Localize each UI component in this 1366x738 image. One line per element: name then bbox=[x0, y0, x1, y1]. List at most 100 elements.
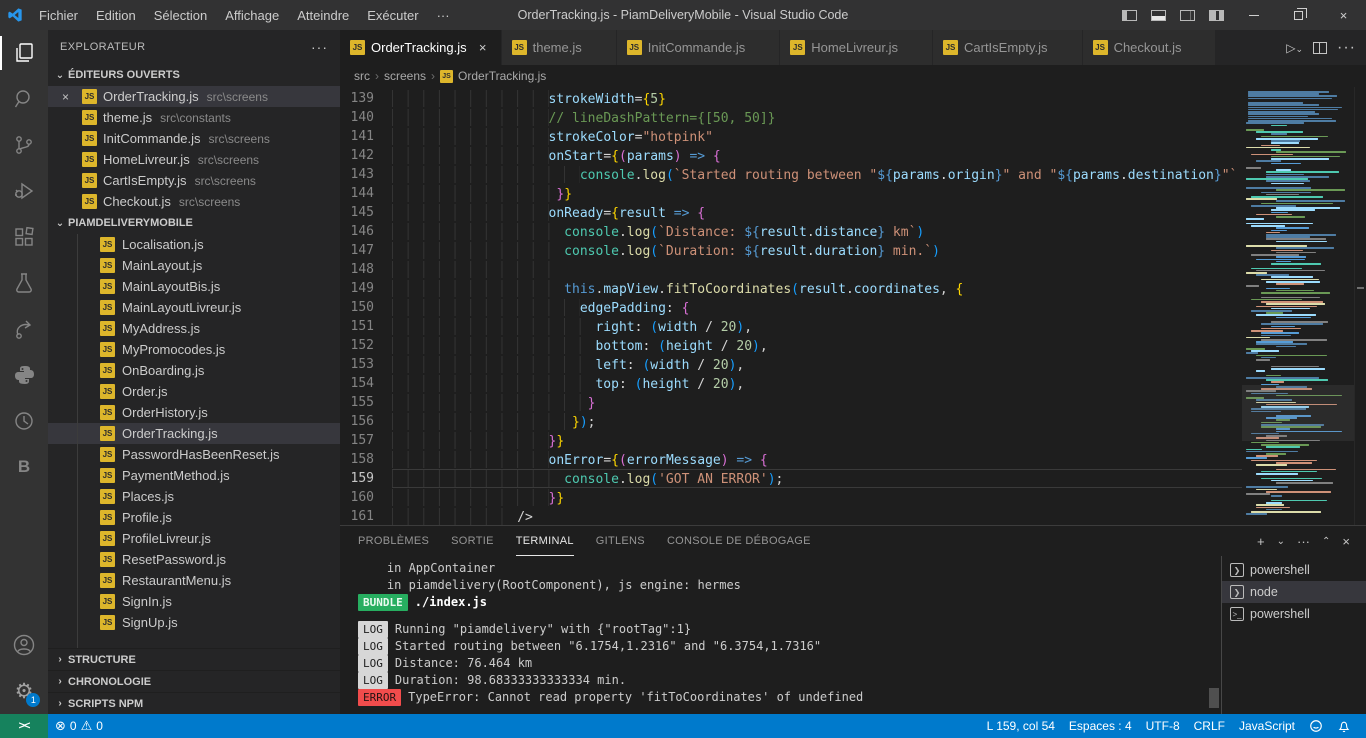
section-structure[interactable]: ›STRUCTURE bbox=[48, 648, 340, 670]
code-line[interactable]: 147console.log(`Duration: ${result.durat… bbox=[340, 241, 1242, 260]
testing-icon[interactable] bbox=[0, 260, 48, 306]
code-line[interactable]: 148 bbox=[340, 260, 1242, 279]
panel-tab-console-de-d-bogage[interactable]: CONSOLE DE DÉBOGAGE bbox=[667, 526, 811, 556]
menu-[interactable]: ··· bbox=[428, 0, 459, 30]
terminal-node[interactable]: ❯node bbox=[1222, 581, 1366, 603]
run-debug-icon[interactable]: ▷⌄ bbox=[1286, 41, 1303, 55]
tree-item-mainlayoutbis-js[interactable]: JSMainLayoutBis.js bbox=[48, 276, 340, 297]
search-icon[interactable] bbox=[0, 76, 48, 122]
python-icon[interactable] bbox=[0, 352, 48, 398]
tree-item-order-js[interactable]: JSOrder.js bbox=[48, 381, 340, 402]
code-line[interactable]: 143console.log(`Started routing between … bbox=[340, 165, 1242, 184]
language-mode[interactable]: JavaScript bbox=[1232, 714, 1302, 738]
tree-item-localisation-js[interactable]: JSLocalisation.js bbox=[48, 234, 340, 255]
open-editor-theme-js[interactable]: ×JStheme.jssrc\constants bbox=[48, 107, 340, 128]
tree-item-signup-js[interactable]: JSSignUp.js bbox=[48, 612, 340, 633]
code-line[interactable]: 146console.log(`Distance: ${result.dista… bbox=[340, 222, 1242, 241]
tab-cartisempty-js[interactable]: JSCartIsEmpty.js× bbox=[933, 30, 1083, 65]
layout-sidebar-right-icon[interactable] bbox=[1180, 10, 1195, 21]
remote-indicator[interactable]: >< bbox=[0, 714, 48, 738]
menu-fichier[interactable]: Fichier bbox=[30, 0, 87, 30]
split-editor-icon[interactable] bbox=[1313, 42, 1327, 54]
eol[interactable]: CRLF bbox=[1187, 714, 1232, 738]
code-line[interactable]: 161/> bbox=[340, 507, 1242, 525]
project-section[interactable]: ⌄ PIAMDELIVERYMOBILE bbox=[48, 212, 340, 234]
tree-item-resetpassword-js[interactable]: JSResetPassword.js bbox=[48, 549, 340, 570]
bell-icon[interactable] bbox=[1330, 714, 1358, 738]
terminal-powershell[interactable]: ❯powershell bbox=[1222, 559, 1366, 581]
panel-tab-gitlens[interactable]: GITLENS bbox=[596, 526, 645, 556]
extension-b-icon[interactable]: B bbox=[0, 444, 48, 490]
section-scripts-npm[interactable]: ›SCRIPTS NPM bbox=[48, 692, 340, 714]
panel-tab-terminal[interactable]: TERMINAL bbox=[516, 526, 574, 556]
terminal-powershell[interactable]: >_powershell bbox=[1222, 603, 1366, 625]
terminal-scrollbar[interactable] bbox=[1209, 688, 1219, 708]
live-share-icon[interactable] bbox=[0, 306, 48, 352]
tree-item-mypromocodes-js[interactable]: JSMyPromocodes.js bbox=[48, 339, 340, 360]
tab-ordertracking-js[interactable]: JSOrderTracking.js× bbox=[340, 30, 502, 65]
minimap[interactable] bbox=[1242, 87, 1354, 525]
close-icon[interactable]: × bbox=[475, 40, 491, 55]
tab-checkout-js[interactable]: JSCheckout.js× bbox=[1083, 30, 1217, 65]
code-editor[interactable]: 139strokeWidth={5}140// lineDashPattern=… bbox=[340, 87, 1366, 525]
history-icon[interactable] bbox=[0, 398, 48, 444]
layout-grid-icon[interactable] bbox=[1209, 10, 1224, 21]
ellipsis-icon[interactable]: ··· bbox=[1337, 39, 1356, 57]
editor-scrollbar[interactable] bbox=[1354, 87, 1366, 525]
code-line[interactable]: 151right: (width / 20), bbox=[340, 317, 1242, 336]
tree-item-ordertracking-js[interactable]: JSOrderTracking.js bbox=[48, 423, 340, 444]
code-line[interactable]: 150edgePadding: { bbox=[340, 298, 1242, 317]
problems-status[interactable]: ⊗ 0 ⚠ 0 bbox=[48, 714, 110, 738]
feedback-icon[interactable] bbox=[1302, 714, 1330, 738]
open-editors-section[interactable]: ⌄ ÉDITEURS OUVERTS bbox=[48, 64, 340, 86]
tree-item-onboarding-js[interactable]: JSOnBoarding.js bbox=[48, 360, 340, 381]
indentation[interactable]: Espaces : 4 bbox=[1062, 714, 1139, 738]
layout-sidebar-left-icon[interactable] bbox=[1122, 10, 1137, 21]
tree-item-myaddress-js[interactable]: JSMyAddress.js bbox=[48, 318, 340, 339]
code-line[interactable]: 140// lineDashPattern={[50, 50]} bbox=[340, 108, 1242, 127]
open-editor-cartisempty-js[interactable]: ×JSCartIsEmpty.jssrc\screens bbox=[48, 170, 340, 191]
menu-atteindre[interactable]: Atteindre bbox=[288, 0, 358, 30]
menu-ex-cuter[interactable]: Exécuter bbox=[358, 0, 427, 30]
explorer-icon[interactable] bbox=[0, 30, 48, 76]
close-icon[interactable]: × bbox=[62, 90, 82, 104]
tree-item-paymentmethod-js[interactable]: JSPaymentMethod.js bbox=[48, 465, 340, 486]
tree-item-mainlayout-js[interactable]: JSMainLayout.js bbox=[48, 255, 340, 276]
tree-item-mainlayoutlivreur-js[interactable]: JSMainLayoutLivreur.js bbox=[48, 297, 340, 318]
extensions-icon[interactable] bbox=[0, 214, 48, 260]
tree-item-passwordhasbeenreset-js[interactable]: JSPasswordHasBeenReset.js bbox=[48, 444, 340, 465]
ellipsis-icon[interactable]: ··· bbox=[311, 39, 328, 55]
code-line[interactable]: 160}} bbox=[340, 488, 1242, 507]
run-debug-icon[interactable] bbox=[0, 168, 48, 214]
source-control-icon[interactable] bbox=[0, 122, 48, 168]
breadcrumb-item[interactable]: OrderTracking.js bbox=[458, 69, 546, 83]
tree-item-orderhistory-js[interactable]: JSOrderHistory.js bbox=[48, 402, 340, 423]
open-editor-ordertracking-js[interactable]: ×JSOrderTracking.jssrc\screens bbox=[48, 86, 340, 107]
settings-gear-icon[interactable]: ⚙1 bbox=[0, 668, 48, 714]
cursor-position[interactable]: L 159, col 54 bbox=[980, 714, 1062, 738]
code-line[interactable]: 155} bbox=[340, 393, 1242, 412]
tab-homelivreur-js[interactable]: JSHomeLivreur.js× bbox=[780, 30, 933, 65]
open-editor-checkout-js[interactable]: ×JSCheckout.jssrc\screens bbox=[48, 191, 340, 212]
breadcrumb-item[interactable]: screens bbox=[384, 69, 426, 83]
panel-tab-probl-mes[interactable]: PROBLÈMES bbox=[358, 526, 429, 556]
code-line[interactable]: 142onStart={(params) => { bbox=[340, 146, 1242, 165]
chevron-up-icon[interactable]: ⌃ bbox=[1322, 536, 1330, 547]
tree-item-profilelivreur-js[interactable]: JSProfileLivreur.js bbox=[48, 528, 340, 549]
code-line[interactable]: 149this.mapView.fitToCoordinates(result.… bbox=[340, 279, 1242, 298]
panel-tab-sortie[interactable]: SORTIE bbox=[451, 526, 494, 556]
ellipsis-icon[interactable]: ··· bbox=[1297, 534, 1310, 549]
menu-edition[interactable]: Edition bbox=[87, 0, 145, 30]
code-line[interactable]: 139strokeWidth={5} bbox=[340, 89, 1242, 108]
plus-icon[interactable]: + bbox=[1257, 534, 1265, 549]
close-icon[interactable]: × bbox=[1342, 534, 1350, 549]
open-editor-initcommande-js[interactable]: ×JSInitCommande.jssrc\screens bbox=[48, 128, 340, 149]
tab-initcommande-js[interactable]: JSInitCommande.js× bbox=[617, 30, 781, 65]
breadcrumb-item[interactable]: src bbox=[354, 69, 370, 83]
minimize-button[interactable] bbox=[1231, 0, 1276, 30]
terminal-output[interactable]: in AppContainer in piamdelivery(RootComp… bbox=[340, 556, 1221, 714]
code-line[interactable]: 158onError={(errorMessage) => { bbox=[340, 450, 1242, 469]
tree-item-signin-js[interactable]: JSSignIn.js bbox=[48, 591, 340, 612]
open-editor-homelivreur-js[interactable]: ×JSHomeLivreur.jssrc\screens bbox=[48, 149, 340, 170]
code-line[interactable]: 145onReady={result => { bbox=[340, 203, 1242, 222]
